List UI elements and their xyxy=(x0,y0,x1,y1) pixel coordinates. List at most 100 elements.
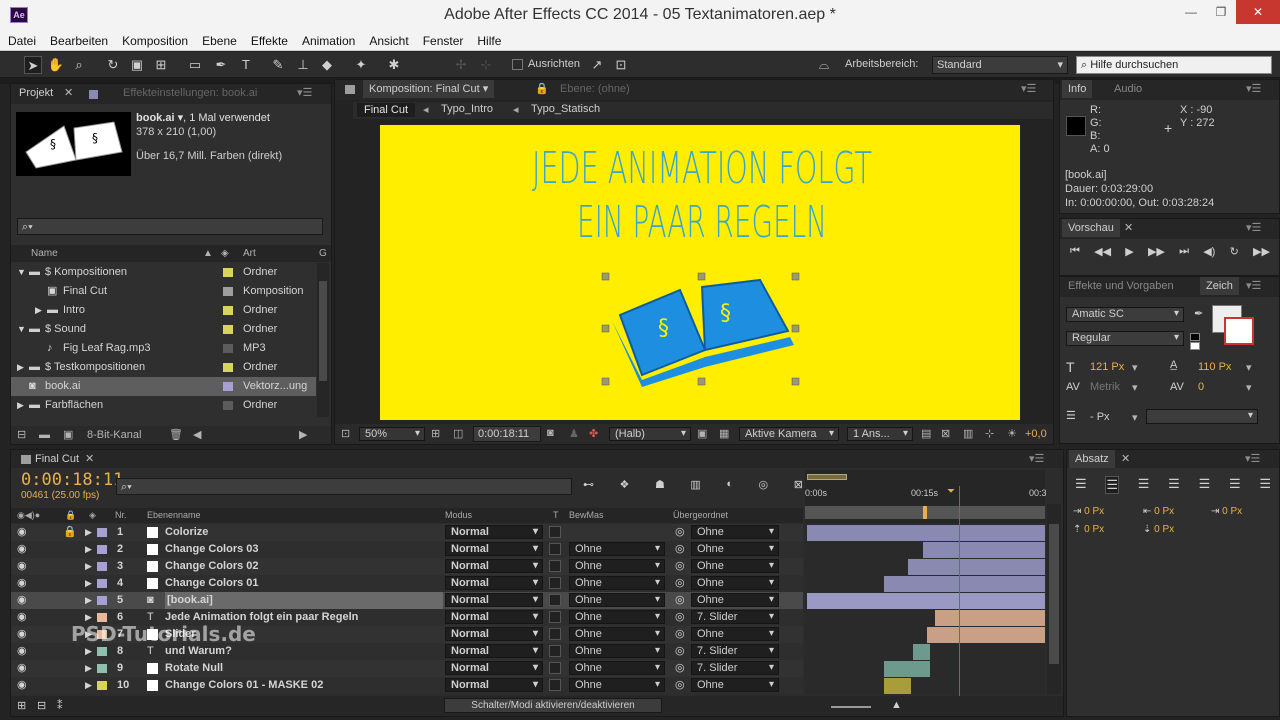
info-tab[interactable]: Info xyxy=(1062,80,1093,98)
resolution-select[interactable]: (Halb) xyxy=(609,427,691,441)
menu-komposition[interactable]: Komposition xyxy=(122,34,188,48)
layer-name[interactable]: Change Colors 01 xyxy=(165,575,259,592)
panel-menu-icon[interactable]: ▾☰ xyxy=(1246,219,1261,237)
parent-select[interactable]: Ohne xyxy=(691,678,779,692)
timeline-tab[interactable]: Final Cut xyxy=(35,450,79,468)
chevron-down-icon[interactable]: ▾ xyxy=(1132,411,1138,424)
label-swatch[interactable] xyxy=(223,287,233,296)
eye-icon[interactable]: ◉ xyxy=(17,558,27,575)
justify-center-icon[interactable]: ☰ xyxy=(1199,476,1211,494)
layer-label-swatch[interactable] xyxy=(97,579,107,588)
justify-all-icon[interactable]: ☰ xyxy=(1259,476,1271,494)
work-area-bar[interactable] xyxy=(805,506,1045,519)
next-frame-icon[interactable]: ▶▶ xyxy=(1148,245,1165,258)
eye-icon[interactable]: ◉ xyxy=(17,541,27,558)
menu-effekte[interactable]: Effekte xyxy=(251,34,288,48)
text-tool-icon[interactable]: T xyxy=(237,56,255,74)
label-swatch[interactable] xyxy=(223,325,233,334)
blend-mode-select[interactable]: Normal xyxy=(445,593,543,607)
show-snapshot-icon[interactable]: ♟ xyxy=(569,427,579,440)
comp-mini-flowchart-icon[interactable]: ⊷ xyxy=(583,478,594,491)
workspace-select[interactable]: Standard ▾ xyxy=(932,56,1068,74)
expand-right-icon[interactable]: ▶ xyxy=(85,575,92,592)
layer-row[interactable]: ◉ 🔒 ▶ 1 Colorize Normal ◎ Ohne xyxy=(11,524,803,541)
parent-select[interactable]: Ohne xyxy=(691,627,779,641)
layer-label-swatch[interactable] xyxy=(97,613,107,622)
blend-mode-select[interactable]: Normal xyxy=(445,559,543,573)
comp-tab[interactable]: Komposition: Final Cut ▾ xyxy=(363,80,495,98)
align-checkbox[interactable] xyxy=(512,59,523,70)
loop-icon[interactable]: ↻ xyxy=(1230,245,1239,258)
stroke-color-swatch[interactable] xyxy=(1224,317,1254,345)
project-row[interactable]: ▼ ▬ $ Kompositionen Ordner xyxy=(11,263,316,282)
blend-mode-select[interactable]: Normal xyxy=(445,576,543,590)
new-comp-icon[interactable]: ▣ xyxy=(63,426,73,444)
label-swatch[interactable] xyxy=(223,382,233,391)
panel-menu-icon[interactable]: ▾☰ xyxy=(1021,80,1036,98)
track-matte-select[interactable]: Ohne xyxy=(569,661,665,675)
expand-down-icon[interactable]: ▼ xyxy=(17,263,26,282)
project-row[interactable]: ◙ book.ai Vektorz...ung xyxy=(11,377,316,396)
character-tab[interactable]: Zeich xyxy=(1200,277,1239,295)
layer-duration-bar[interactable] xyxy=(913,644,930,660)
panel-menu-icon[interactable]: ▾☰ xyxy=(1245,450,1260,468)
breadcrumb-typo-intro[interactable]: Typo_Intro xyxy=(441,103,493,115)
exposure-value[interactable]: +0,0 xyxy=(1025,428,1047,440)
black-swatch[interactable] xyxy=(1190,333,1200,341)
minimize-button[interactable]: — xyxy=(1176,0,1206,24)
space-after-value[interactable]: 0 Px xyxy=(1154,524,1174,535)
menu-ansicht[interactable]: Ansicht xyxy=(369,34,408,48)
pickwhip-icon[interactable]: ◎ xyxy=(675,575,685,592)
roto-brush-tool-icon[interactable]: ✦ xyxy=(352,56,370,74)
timeline-icon[interactable]: ▥ xyxy=(963,427,973,440)
white-swatch[interactable] xyxy=(1190,342,1200,350)
label-swatch[interactable] xyxy=(223,268,233,277)
font-style-select[interactable]: Regular xyxy=(1066,331,1184,346)
stroke-width-value[interactable]: - Px xyxy=(1090,411,1110,423)
layer-duration-bar[interactable] xyxy=(934,610,1045,626)
hand-tool-icon[interactable]: ✋ xyxy=(47,56,65,74)
parent-select[interactable]: 7. Slider xyxy=(691,661,779,675)
pickwhip-icon[interactable]: ◎ xyxy=(675,660,685,677)
prev-frame-icon[interactable]: ◀◀ xyxy=(1094,245,1111,258)
channels-icon[interactable]: ✤ xyxy=(589,427,598,440)
project-row[interactable]: ▶ ▬ Intro Ordner xyxy=(11,301,316,320)
col-g-header[interactable]: G xyxy=(319,245,327,262)
menu-fenster[interactable]: Fenster xyxy=(423,34,464,48)
preserve-transparency-checkbox[interactable] xyxy=(549,679,561,691)
layer-name[interactable]: Colorize xyxy=(165,524,208,541)
parent-select[interactable]: Ohne xyxy=(691,593,779,607)
pickwhip-icon[interactable]: ◎ xyxy=(675,592,685,609)
chevron-down-icon[interactable]: ▾ xyxy=(1246,381,1252,394)
project-row[interactable]: ♪ Fig Leaf Rag.mp3 MP3 xyxy=(11,339,316,358)
chevron-down-icon[interactable]: ▾ xyxy=(1246,361,1252,374)
label-column-icon[interactable]: ◈ xyxy=(221,245,229,262)
stroke-type-select[interactable] xyxy=(1146,409,1258,424)
fast-preview-icon[interactable]: ⊠ xyxy=(941,427,950,440)
eye-icon[interactable]: ◉ xyxy=(17,609,27,626)
region-interest-icon[interactable]: ▣ xyxy=(697,427,707,440)
preserve-transparency-checkbox[interactable] xyxy=(549,645,561,657)
audio-icon[interactable]: ◀) xyxy=(1203,245,1215,258)
expand-right-icon[interactable]: ▶ xyxy=(85,660,92,677)
close-icon[interactable]: ✕ xyxy=(85,450,94,468)
close-icon[interactable]: ✕ xyxy=(1124,219,1133,237)
preserve-transparency-checkbox[interactable] xyxy=(549,560,561,572)
menu-ebene[interactable]: Ebene xyxy=(202,34,237,48)
clone-stamp-tool-icon[interactable]: ⊥ xyxy=(294,56,312,74)
preserve-transparency-checkbox[interactable] xyxy=(549,628,561,640)
preserve-transparency-checkbox[interactable] xyxy=(549,594,561,606)
snap-box-icon[interactable]: ⊡ xyxy=(612,56,630,74)
frame-blending-icon[interactable]: ▥ xyxy=(690,478,700,491)
blend-mode-select[interactable]: Normal xyxy=(445,525,543,539)
scroll-left-icon[interactable]: ◀ xyxy=(193,426,201,444)
track-matte-select[interactable]: Ohne xyxy=(569,593,665,607)
parent-select[interactable]: Ohne xyxy=(691,559,779,573)
timeline-search-input[interactable]: ⌕▾ xyxy=(116,478,572,495)
layer-label-swatch[interactable] xyxy=(97,664,107,673)
close-icon[interactable]: ✕ xyxy=(64,84,73,102)
menu-hilfe[interactable]: Hilfe xyxy=(477,34,501,48)
zoom-select[interactable]: 50% xyxy=(359,427,425,441)
timeline-scrollbar[interactable] xyxy=(1047,504,1061,694)
blend-mode-select[interactable]: Normal xyxy=(445,661,543,675)
